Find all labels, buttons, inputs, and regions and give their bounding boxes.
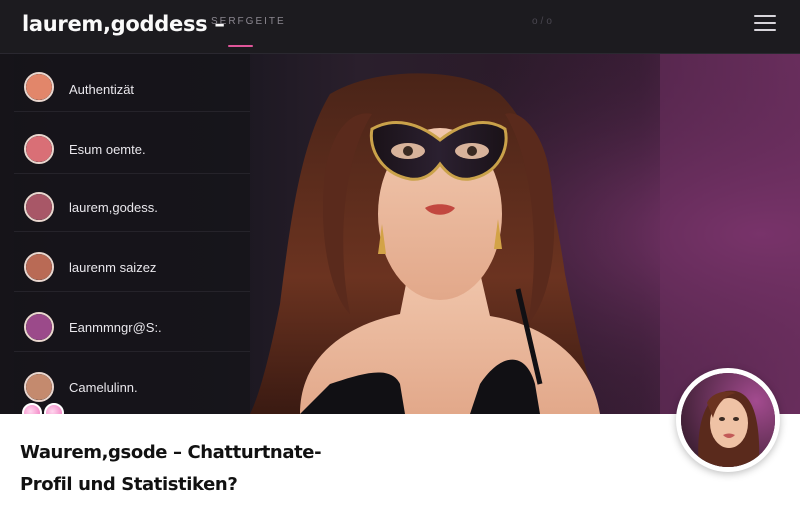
sidebar-item-label: Camelulinn. (69, 380, 138, 395)
nav-secondary-text[interactable]: o/o (532, 16, 555, 27)
nav-tab-active-indicator (228, 45, 253, 47)
sidebar-list: Authentizät Esum oemte. laurem,godess. l… (14, 54, 250, 414)
hero-banner: Authentizät Esum oemte. laurem,godess. l… (0, 54, 800, 414)
sidebar-item-authentizat[interactable]: Authentizät (14, 54, 250, 112)
avatar (24, 252, 54, 282)
profile-avatar[interactable] (676, 368, 780, 472)
sidebar-item-label: laurenm saizez (69, 260, 157, 275)
avatar (24, 72, 54, 102)
avatar (24, 372, 54, 402)
page-title-line-1: Waurem,gsode – Chatturtnate- (20, 442, 322, 463)
profile-avatar-image (681, 373, 775, 467)
avatar (24, 312, 54, 342)
top-bar: laurem,goddess – SERFGEITE o/o (0, 0, 800, 54)
avatar (24, 134, 54, 164)
hamburger-menu-icon[interactable] (752, 12, 778, 34)
sidebar-item-label: Esum oemte. (69, 142, 146, 157)
page-title-line-2: Profil und Statistiken? (20, 474, 238, 495)
sidebar-item-eanmmngr[interactable]: Eanmmngr@S:. (14, 294, 250, 352)
avatar (24, 192, 54, 222)
sidebar-item-label: Eanmmngr@S:. (69, 320, 162, 335)
sidebar-item-laurenm[interactable]: laurenm saizez (14, 234, 250, 292)
sidebar-item-laurem[interactable]: laurem,godess. (14, 174, 250, 232)
nav-tab-main[interactable]: SERFGEITE (211, 16, 286, 27)
site-brand[interactable]: laurem,goddess – (22, 12, 225, 36)
sidebar-item-esum[interactable]: Esum oemte. (14, 116, 250, 174)
sidebar-item-label: Authentizät (69, 82, 135, 97)
sidebar-item-label: laurem,godess. (69, 200, 158, 215)
